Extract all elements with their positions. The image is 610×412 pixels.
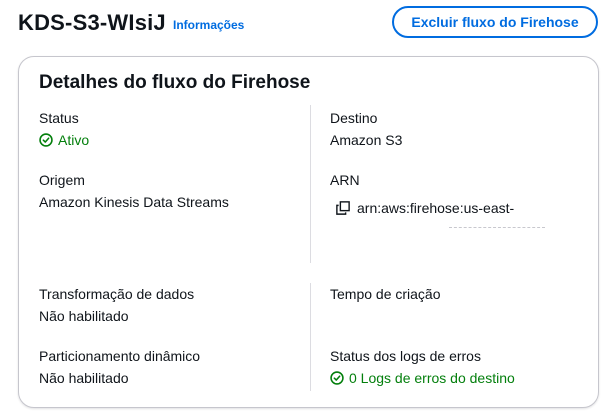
error-logs-text: 0 Logs de erros do destino — [349, 370, 515, 386]
firehose-details-panel: Detalhes do fluxo do Firehose Status Ati… — [18, 56, 599, 408]
arn-continuation — [449, 227, 545, 229]
status-positive-icon — [39, 133, 53, 147]
creation-time-label: Tempo de criação — [330, 286, 441, 302]
info-link[interactable]: Informações — [173, 18, 244, 32]
dynamic-partitioning-label: Particionamento dinâmico — [39, 348, 201, 364]
status-positive-icon — [330, 371, 344, 385]
source-value: Amazon Kinesis Data Streams — [39, 194, 229, 210]
delete-firehose-stream-button[interactable]: Excluir fluxo do Firehose — [392, 6, 598, 38]
arn-value: arn:aws:firehose:us-east- — [357, 200, 515, 216]
dynamic-partitioning-value: Não habilitado — [39, 370, 129, 386]
error-logs-label: Status dos logs de erros — [330, 348, 481, 364]
column-divider — [310, 283, 311, 391]
arn-label: ARN — [330, 172, 360, 188]
source-label: Origem — [39, 172, 85, 188]
status-label: Status — [39, 110, 79, 126]
error-logs-value[interactable]: 0 Logs de erros do destino — [330, 370, 515, 386]
page-header: KDS-S3-WIsiJ Informações Excluir fluxo d… — [0, 0, 610, 48]
destination-value: Amazon S3 — [330, 132, 403, 148]
status-value: Ativo — [39, 132, 89, 148]
copy-icon[interactable] — [336, 201, 350, 215]
transformation-value: Não habilitado — [39, 308, 129, 324]
panel-title: Detalhes do fluxo do Firehose — [39, 72, 311, 93]
transformation-label: Transformação de dados — [39, 286, 195, 302]
column-divider — [310, 105, 311, 263]
page-title: KDS-S3-WIsiJ — [18, 10, 166, 35]
destination-label: Destino — [330, 110, 378, 126]
status-text: Ativo — [58, 132, 90, 148]
